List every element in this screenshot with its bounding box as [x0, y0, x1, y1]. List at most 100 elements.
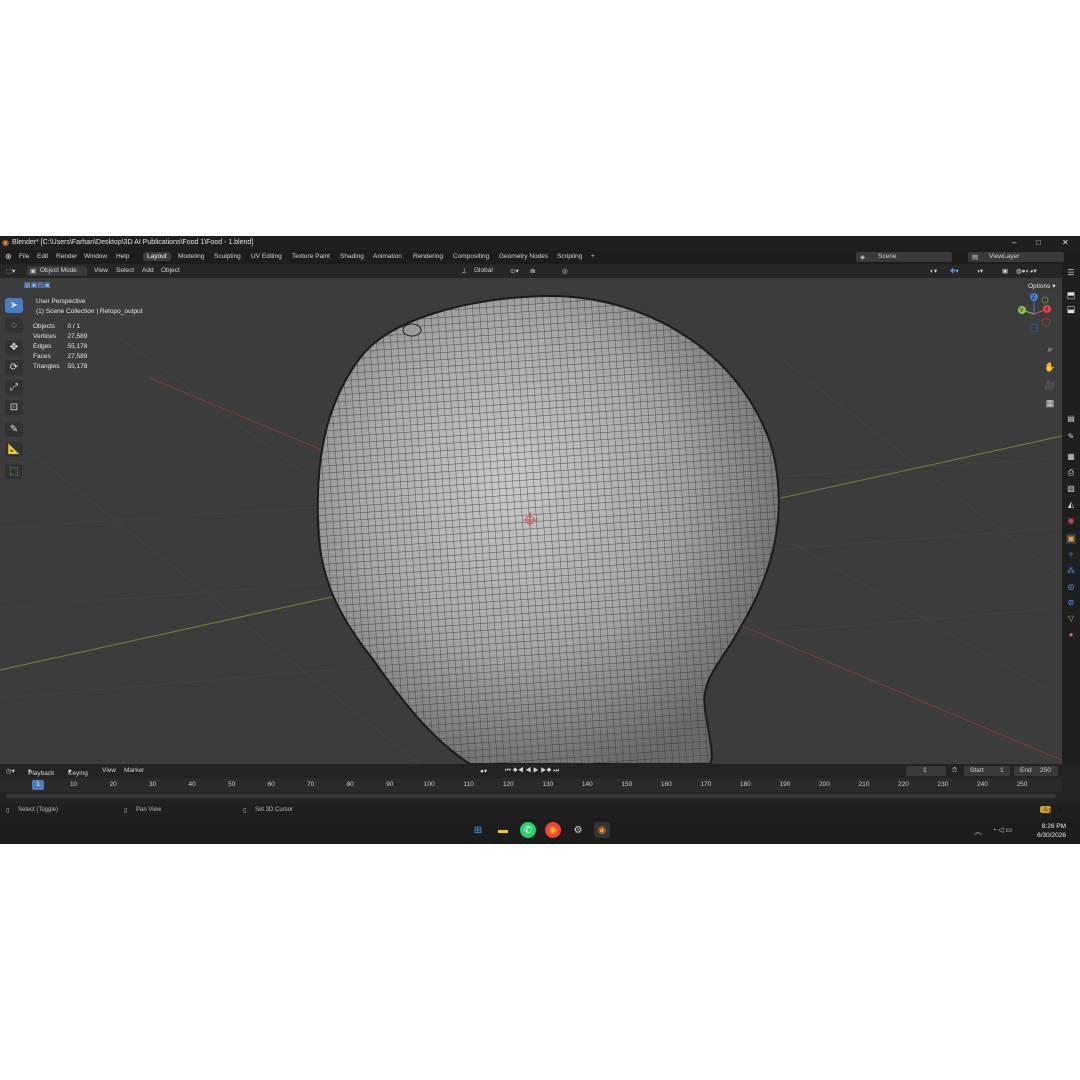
menu-window[interactable]: Window	[84, 253, 107, 260]
zoom-icon[interactable]: ⌕	[1043, 344, 1057, 358]
physics-icon[interactable]: ◎	[1066, 582, 1076, 592]
pivot-icon[interactable]: ⊙▾	[510, 267, 519, 275]
tab-compositing[interactable]: Compositing	[453, 253, 489, 260]
tab-scripting[interactable]: Scripting	[557, 253, 582, 260]
steam-icon[interactable]: ⚙	[570, 822, 586, 838]
tab-geometry-nodes[interactable]: Geometry Nodes	[499, 253, 548, 260]
transform-tool-icon[interactable]: ⊡	[5, 400, 23, 415]
record-icon[interactable]: ●▾	[480, 767, 487, 775]
snap-icon[interactable]: ⋒	[530, 267, 535, 275]
select-box-tool-icon[interactable]: ➤	[5, 298, 23, 313]
scene-prop-icon[interactable]: ◭	[1066, 500, 1076, 510]
marker-menu[interactable]: Marker	[124, 767, 144, 774]
tab-layout[interactable]: Layout	[143, 252, 171, 261]
version-badge[interactable]: ⚠ 3.6.9	[1040, 806, 1062, 815]
world-icon[interactable]: ◉	[1066, 516, 1076, 526]
xray-icon[interactable]: ▣	[1002, 267, 1008, 275]
tab-texture-paint[interactable]: Texture Paint	[292, 253, 330, 260]
particles-icon[interactable]: ⁂	[1066, 566, 1076, 576]
tab-modeling[interactable]: Modeling	[178, 253, 204, 260]
current-frame-indicator[interactable]: 1	[32, 780, 44, 790]
status-hint-select: Select (Toggle)	[18, 807, 59, 813]
tab-sculpting[interactable]: Sculpting	[214, 253, 241, 260]
modifier-icon[interactable]: ✧	[1066, 550, 1076, 560]
keying-menu[interactable]: Keying ▾	[68, 767, 88, 777]
timeline-editor-type-icon[interactable]: ◷▾	[6, 767, 15, 775]
timeline-header: ◷▾ Playback ▾ Keying ▾ View Marker ●▾ ⏮ …	[0, 764, 1062, 778]
frame-tick-label: 220	[898, 781, 909, 788]
render-icon[interactable]: ▦	[1066, 452, 1076, 462]
menu-edit[interactable]: Edit	[37, 253, 48, 260]
frame-ruler[interactable]: 1 10 20 30 40 50 60 70 80 90 100 110 120 130 140 150 16…	[0, 778, 1062, 792]
blender-menu-icon[interactable]: ⊛	[5, 252, 12, 261]
menu-file[interactable]: File	[19, 253, 29, 260]
playback-controls-icon[interactable]: ⏮ ◆◀ ◀ ▶ ▶◆ ⏭	[505, 767, 559, 775]
annotate-tool-icon[interactable]: ✎	[5, 422, 23, 437]
header-object-menu[interactable]: Object	[161, 267, 180, 274]
navigation-gizmo[interactable]: Z X Y	[1014, 292, 1054, 336]
timeline-view-menu[interactable]: View	[102, 767, 116, 774]
tool-icon[interactable]: ✎	[1066, 432, 1076, 442]
camera-view-icon[interactable]: 🎥	[1043, 380, 1057, 394]
cursor-tool-icon[interactable]: ◌	[5, 318, 23, 333]
constraints-icon[interactable]: ⊘	[1066, 598, 1076, 608]
tray-overflow-icon[interactable]: ︿	[974, 826, 982, 837]
selection-mode-icons[interactable]: ▦▣▤▣	[24, 281, 50, 289]
whatsapp-icon[interactable]: ✆	[520, 822, 536, 838]
visibility-icon[interactable]: ◐▾	[930, 267, 937, 275]
data-icon[interactable]: ▽	[1066, 614, 1076, 624]
header-add-menu[interactable]: Add	[142, 267, 154, 274]
stat-row: Triangles 55,178	[33, 363, 88, 370]
sidebar-icon[interactable]: ⬓	[1064, 304, 1078, 318]
properties-editor-icon[interactable]: ▤	[1066, 414, 1076, 424]
overlay-toggle-icon[interactable]: ◑▾	[976, 267, 983, 275]
output-icon[interactable]: ⎙	[1066, 468, 1076, 478]
gizmo-toggle-icon[interactable]: ✥▾	[950, 267, 959, 275]
orientation-selector[interactable]: Global	[474, 267, 493, 274]
close-button[interactable]: ✕	[1062, 238, 1069, 247]
frame-tick-label: 240	[977, 781, 988, 788]
move-tool-icon[interactable]: ✥	[5, 340, 23, 355]
outliner-icon[interactable]: ☰	[1066, 268, 1076, 278]
header-view-menu[interactable]: View	[94, 267, 108, 274]
material-icon[interactable]: ●	[1066, 630, 1076, 640]
options-dropdown[interactable]: Options ▾	[1024, 281, 1060, 291]
tab-animation[interactable]: Animation	[373, 253, 402, 260]
scale-tool-icon[interactable]: ⤢	[5, 380, 23, 395]
editor-type-icon[interactable]: ⬚▾	[6, 267, 15, 275]
proportional-edit-icon[interactable]: ◎	[562, 267, 568, 275]
ortho-grid-icon[interactable]: ▦	[1043, 398, 1057, 412]
tab-rendering[interactable]: Rendering	[413, 253, 443, 260]
maximize-button[interactable]: □	[1036, 238, 1041, 247]
current-frame-value: 1	[923, 767, 927, 774]
rotate-tool-icon[interactable]: ⟳	[5, 360, 23, 375]
wifi-volume-battery-icon[interactable]: ◔ ◁ ▭	[992, 826, 1012, 834]
shading-modes-icon[interactable]: ◍●◐◕▾	[1016, 267, 1037, 275]
chrome-icon[interactable]: ◉	[545, 822, 561, 838]
add-cube-tool-icon[interactable]: ⬚	[5, 464, 23, 479]
playback-menu[interactable]: Playback ▾	[28, 767, 54, 777]
menu-help[interactable]: Help	[116, 253, 129, 260]
blender-taskbar-icon[interactable]: ◉	[594, 822, 610, 838]
taskbar-clock[interactable]: 8:26 PM 6/30/2026	[1037, 822, 1066, 840]
pan-hand-icon[interactable]: ✋	[1043, 362, 1057, 376]
menu-render[interactable]: Render	[56, 253, 77, 260]
sidebar-toggle-icon[interactable]: ⬒	[1064, 290, 1078, 304]
minimize-button[interactable]: –	[1012, 238, 1016, 247]
measure-tool-icon[interactable]: 📐	[5, 442, 23, 457]
window-title: Blender* [C:\Users\Farhan\Desktop\3D AI …	[12, 239, 254, 246]
windows-start-icon[interactable]: ⊞	[470, 822, 486, 838]
retopo-mesh[interactable]	[316, 294, 780, 764]
add-workspace-button[interactable]: +	[591, 253, 595, 260]
3d-viewport[interactable]: ▦▣▤▣ User Perspective (1) Scene Collecti…	[0, 278, 1062, 764]
timeline-scrollbar[interactable]	[6, 794, 1056, 798]
tab-uv-editing[interactable]: UV Editing	[251, 253, 282, 260]
view-layer-prop-icon[interactable]: ▧	[1066, 484, 1076, 494]
file-explorer-icon[interactable]: ▬	[495, 822, 511, 838]
stopwatch-icon[interactable]: ⏱	[952, 767, 957, 775]
end-label: End	[1020, 767, 1032, 774]
object-prop-icon[interactable]: ▣	[1066, 534, 1076, 544]
header-select-menu[interactable]: Select	[116, 267, 134, 274]
scene-selector[interactable]	[856, 252, 952, 262]
tab-shading[interactable]: Shading	[340, 253, 364, 260]
